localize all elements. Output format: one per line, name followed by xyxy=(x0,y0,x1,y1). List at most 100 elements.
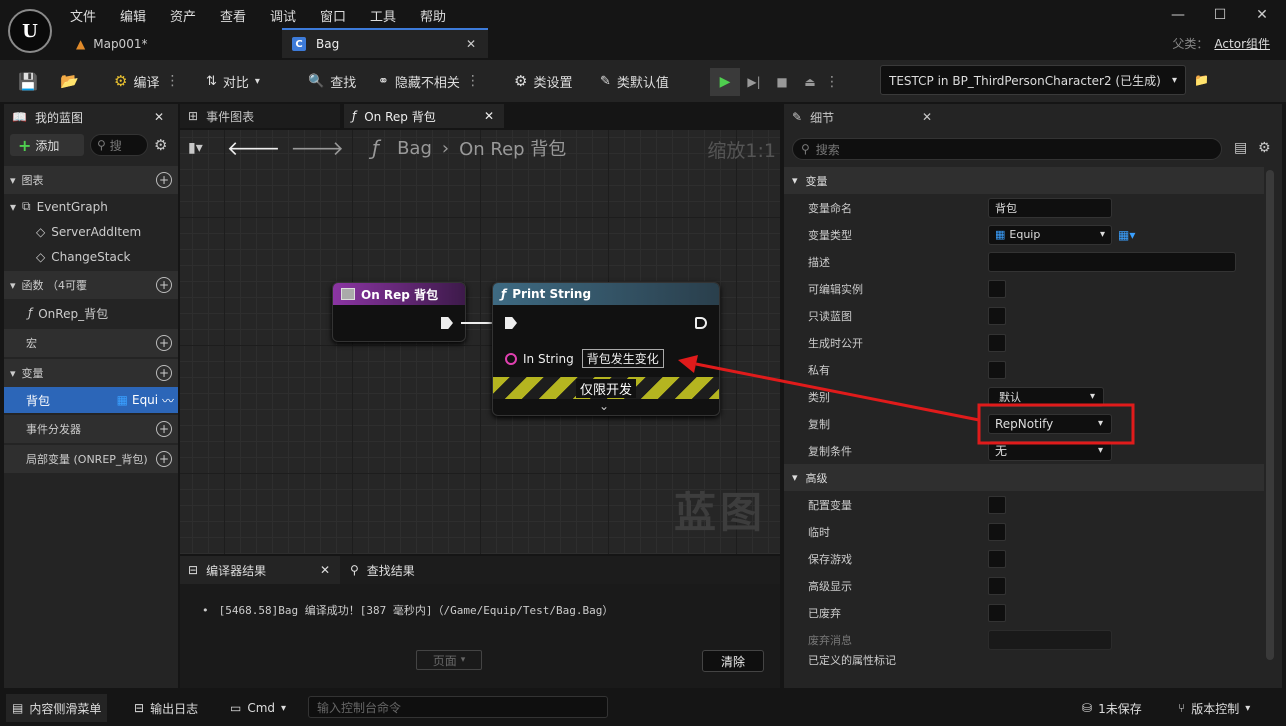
section-functions[interactable]: ▾ 函数 （4可覆 + xyxy=(4,271,178,299)
close-icon[interactable]: ✕ xyxy=(922,110,932,124)
tab-bag[interactable]: C Bag ✕ xyxy=(282,28,488,58)
details-tab[interactable]: ✎ 细节 ✕ xyxy=(784,104,944,130)
gear-icon[interactable]: ⚙ xyxy=(154,136,167,154)
step-icon[interactable]: ▶| xyxy=(740,68,768,96)
minimize-icon[interactable]: — xyxy=(1168,6,1188,24)
category-select[interactable]: 默认 ▾ xyxy=(988,386,1104,407)
tab-onrep-function[interactable]: ƒ On Rep 背包 ✕ xyxy=(344,104,504,128)
variable-item-bag[interactable]: 背包 ▦ Equip 〰 xyxy=(4,387,178,413)
add-dispatcher-icon[interactable]: + xyxy=(156,421,172,437)
section-graphs[interactable]: ▾ 图表 + xyxy=(4,166,178,194)
readonly-checkbox[interactable] xyxy=(988,306,1006,325)
details-search-input[interactable]: ⚲ 搜索 xyxy=(792,138,1222,160)
source-control-button[interactable]: ⑂ 版本控制 ▾ xyxy=(1172,694,1256,722)
more-options-icon[interactable]: ⋮ xyxy=(466,73,480,89)
close-icon[interactable]: ✕ xyxy=(1252,6,1272,24)
find-button[interactable]: 🔍 查找 xyxy=(308,69,356,93)
menu-asset[interactable]: 资产 xyxy=(170,6,196,25)
add-graph-icon[interactable]: + xyxy=(156,172,172,188)
table-view-icon[interactable]: ▤ xyxy=(1234,140,1247,156)
stop-icon[interactable]: ■ xyxy=(768,68,796,96)
section-macros[interactable]: 宏 + xyxy=(4,329,178,357)
menu-view[interactable]: 查看 xyxy=(220,6,246,25)
var-name-input[interactable]: 背包 xyxy=(988,197,1112,218)
add-button[interactable]: + 添加 xyxy=(10,134,84,156)
output-log-button[interactable]: ⊟ 输出日志 xyxy=(128,694,204,722)
page-button[interactable]: 页面 ▾ xyxy=(416,650,482,670)
expose-spawn-checkbox[interactable] xyxy=(988,333,1006,352)
gear-icon[interactable]: ⚙ xyxy=(1258,140,1271,156)
browse-button[interactable]: 📂 xyxy=(60,69,79,93)
section-advanced[interactable]: ▾ 高级 xyxy=(784,464,1264,491)
class-settings-button[interactable]: ⚙ 类设置 xyxy=(514,69,572,93)
tree-item-changestack[interactable]: ◇ ChangeStack xyxy=(4,244,178,269)
rep-condition-select[interactable]: 无 ▾ xyxy=(988,440,1112,461)
section-dispatchers[interactable]: 事件分发器 + xyxy=(4,415,178,443)
play-options-icon[interactable]: ⋮ xyxy=(824,68,840,96)
menu-tools[interactable]: 工具 xyxy=(370,6,396,25)
save-game-checkbox[interactable] xyxy=(988,549,1006,568)
close-icon[interactable]: ✕ xyxy=(154,110,164,124)
graph-canvas[interactable]: ▮▾ 🡐 🡒 ƒ Bag › On Rep 背包 缩放1:1 On Rep 背包… xyxy=(180,130,780,554)
debug-object-select[interactable]: TESTCP in BP_ThirdPersonCharacter2 (已生成)… xyxy=(880,65,1186,95)
instance-editable-checkbox[interactable] xyxy=(988,279,1006,298)
console-command-input[interactable]: 输入控制台命令 xyxy=(308,696,608,718)
config-var-checkbox[interactable] xyxy=(988,495,1006,514)
add-variable-icon[interactable]: + xyxy=(156,365,172,381)
content-drawer-button[interactable]: ▤ 内容侧滑菜单 xyxy=(6,694,108,722)
compile-button[interactable]: ⚙ 编译 ⋮ xyxy=(114,69,179,93)
menu-debug[interactable]: 调试 xyxy=(270,6,296,25)
back-arrow-icon[interactable]: 🡐 xyxy=(227,136,281,160)
tree-item-serveradditem[interactable]: ◇ ServerAddItem xyxy=(4,219,178,244)
bookmark-icon[interactable]: ▮▾ xyxy=(188,140,203,156)
browse-debug-icon[interactable]: 📁 xyxy=(1194,73,1209,87)
add-macro-icon[interactable]: + xyxy=(156,335,172,351)
save-button[interactable]: 💾 xyxy=(18,69,38,93)
clear-button[interactable]: 清除 xyxy=(702,650,764,672)
tab-find-results[interactable]: ⚲ 查找结果 xyxy=(346,556,486,584)
private-checkbox[interactable] xyxy=(988,360,1006,379)
tab-event-graph[interactable]: ⊞ 事件图表 xyxy=(180,104,340,128)
unreal-logo-icon[interactable]: U xyxy=(8,9,52,53)
advanced-display-checkbox[interactable] xyxy=(988,576,1006,595)
section-variable[interactable]: ▾ 变量 xyxy=(784,167,1264,194)
node-print-string[interactable]: ƒ Print String In String 背包发生变化 仅限开发 ⌄ xyxy=(492,282,720,416)
add-function-icon[interactable]: + xyxy=(156,277,172,293)
replication-select[interactable]: RepNotify ▾ xyxy=(988,413,1112,434)
transient-checkbox[interactable] xyxy=(988,522,1006,541)
expand-chevron-icon[interactable]: ⌄ xyxy=(599,399,609,413)
unsaved-button[interactable]: ⛁ 1未保存 xyxy=(1076,694,1148,722)
breadcrumb-root[interactable]: Bag xyxy=(397,138,432,159)
description-input[interactable] xyxy=(988,251,1236,272)
container-type-icon[interactable]: ▦▾ xyxy=(1118,228,1135,242)
add-local-variable-icon[interactable]: + xyxy=(156,451,172,467)
close-icon[interactable]: ✕ xyxy=(320,563,330,577)
menu-window[interactable]: 窗口 xyxy=(320,6,346,25)
play-icon[interactable]: ▶ xyxy=(710,68,740,96)
compile-options-icon[interactable]: ⋮ xyxy=(165,73,179,89)
cmd-select[interactable]: ▭ Cmd ▾ xyxy=(224,694,292,722)
diff-button[interactable]: ⇅ 对比 ▾ xyxy=(206,69,260,93)
eject-icon[interactable]: ⏏ xyxy=(796,68,824,96)
hide-unrelated-button[interactable]: ⚭ 隐藏不相关 ⋮ xyxy=(378,69,480,93)
forward-arrow-icon[interactable]: 🡒 xyxy=(290,136,344,160)
exec-out-pin[interactable] xyxy=(695,317,707,329)
details-scrollbar[interactable] xyxy=(1266,170,1274,660)
section-local-variables[interactable]: 局部变量 (ONREP_背包) + xyxy=(4,445,178,473)
maximize-icon[interactable]: ☐ xyxy=(1210,6,1230,24)
in-string-value[interactable]: 背包发生变化 xyxy=(581,349,664,368)
exec-in-pin[interactable] xyxy=(505,317,517,329)
class-defaults-button[interactable]: ✎ 类默认值 xyxy=(600,69,669,93)
tree-item-eventgraph[interactable]: ▾ ⧉ EventGraph xyxy=(4,194,178,219)
section-variables[interactable]: ▾ 变量 + xyxy=(4,359,178,387)
var-type-select[interactable]: ▦ Equip ▾ xyxy=(988,224,1112,245)
tab-map001[interactable]: ▲ Map001* xyxy=(62,30,280,58)
blueprint-search-input[interactable]: ⚲ 搜 xyxy=(90,134,148,156)
tab-close-icon[interactable]: ✕ xyxy=(466,37,476,51)
menu-edit[interactable]: 编辑 xyxy=(120,6,146,25)
deprecated-checkbox[interactable] xyxy=(988,603,1006,622)
node-onrep[interactable]: On Rep 背包 xyxy=(332,282,466,342)
menu-help[interactable]: 帮助 xyxy=(420,6,446,25)
my-blueprint-tab[interactable]: 📖 我的蓝图 ✕ xyxy=(4,104,178,130)
close-icon[interactable]: ✕ xyxy=(484,109,494,123)
